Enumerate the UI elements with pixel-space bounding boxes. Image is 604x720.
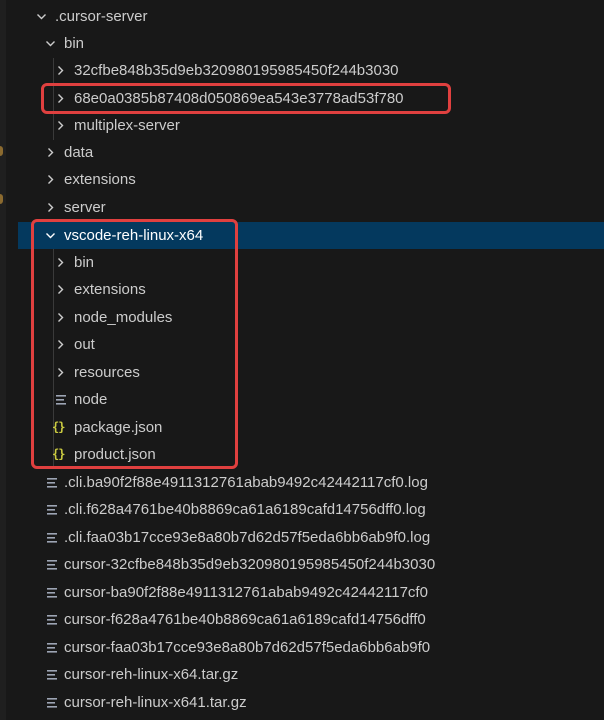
folder-label: out <box>74 336 95 353</box>
folder-label: node_modules <box>74 309 173 326</box>
folder-label: .cursor-server <box>55 8 148 25</box>
file-label: cursor-reh-linux-x64.tar.gz <box>64 666 239 683</box>
tree-folder-cursor-server[interactable]: .cursor-server <box>0 3 604 30</box>
tree-folder-vscode-bin[interactable]: bin <box>0 249 604 276</box>
file-lines-icon <box>45 689 61 716</box>
tree-file-root[interactable]: cursor-reh-linux-x64.tar.gz <box>0 661 604 688</box>
file-lines-icon <box>54 386 70 413</box>
folder-label: bin <box>74 254 95 271</box>
tree-file-root[interactable]: cursor-f628a4761be40b8869ca61a6189cafd14… <box>0 606 604 633</box>
file-label: .cli.faa03b17cce93e8a80b7d62d57f5eda6bb6… <box>64 529 431 546</box>
file-label: cursor-32cfbe848b35d9eb320980195985450f2… <box>64 556 436 573</box>
tree-file-root[interactable]: cursor-32cfbe848b35d9eb320980195985450f2… <box>0 551 604 578</box>
file-lines-icon <box>45 606 61 633</box>
file-label: cursor-faa03b17cce93e8a80b7d62d57f5eda6b… <box>64 639 431 656</box>
folder-label: 32cfbe848b35d9eb320980195985450f244b3030 <box>74 62 399 79</box>
chevron-right-icon <box>52 85 68 112</box>
json-braces-icon: {} <box>52 441 68 468</box>
tree-file-root[interactable]: .cli.faa03b17cce93e8a80b7d62d57f5eda6bb6… <box>0 524 604 551</box>
tree-folder-vscode-reh-linux-x64[interactable]: vscode-reh-linux-x64 <box>18 222 604 249</box>
tree-folder-node-modules[interactable]: node_modules <box>0 304 604 331</box>
json-braces-icon: {} <box>52 414 68 441</box>
chevron-right-icon <box>42 166 58 193</box>
file-lines-icon <box>45 579 61 606</box>
folder-label: vscode-reh-linux-x64 <box>64 227 204 244</box>
tree-file-root[interactable]: cursor-reh-linux-x641.tar.gz <box>0 689 604 716</box>
tree-file-root[interactable]: .cli.ba90f2f88e4911312761abab9492c424421… <box>0 469 604 496</box>
file-label: cursor-reh-linux-x641.tar.gz <box>64 694 247 711</box>
tree-folder-68e0a0[interactable]: 68e0a0385b87408d050869ea543e3778ad53f780 <box>0 85 604 112</box>
folder-label: extensions <box>74 281 146 298</box>
tree-file-product-json[interactable]: {} product.json <box>0 441 604 468</box>
file-explorer-tree: .cursor-server bin 32cfbe848b35d9eb32098… <box>0 0 604 720</box>
chevron-right-icon <box>42 139 58 166</box>
file-lines-icon <box>45 661 61 688</box>
folder-label: extensions <box>64 171 136 188</box>
chevron-down-icon <box>42 222 58 249</box>
chevron-right-icon <box>52 304 68 331</box>
tree-folder-bin[interactable]: bin <box>0 30 604 57</box>
tree-folder-extensions[interactable]: extensions <box>0 166 604 193</box>
chevron-right-icon <box>52 57 68 84</box>
chevron-right-icon <box>52 112 68 139</box>
chevron-right-icon <box>42 194 58 221</box>
chevron-right-icon <box>52 276 68 303</box>
folder-label: bin <box>64 35 85 52</box>
tree-file-root[interactable]: cursor-ba90f2f88e4911312761abab9492c4244… <box>0 579 604 606</box>
file-lines-icon <box>45 551 61 578</box>
folder-label: 68e0a0385b87408d050869ea543e3778ad53f780 <box>74 90 404 107</box>
folder-label: multiplex-server <box>74 117 180 134</box>
file-lines-icon <box>45 496 61 523</box>
chevron-right-icon <box>52 359 68 386</box>
tree-folder-vscode-extensions[interactable]: extensions <box>0 276 604 303</box>
file-lines-icon <box>45 634 61 661</box>
file-label: .cli.f628a4761be40b8869ca61a6189cafd1475… <box>64 501 426 518</box>
tree-folder-data[interactable]: data <box>0 139 604 166</box>
tree-folder-resources[interactable]: resources <box>0 359 604 386</box>
chevron-down-icon <box>42 30 58 57</box>
json-glyph: {} <box>52 420 65 434</box>
tree-file-package-json[interactable]: {} package.json <box>0 414 604 441</box>
chevron-down-icon <box>33 3 49 30</box>
tree-file-node[interactable]: node <box>0 386 604 413</box>
file-label: .cli.ba90f2f88e4911312761abab9492c424421… <box>64 474 428 491</box>
json-glyph: {} <box>52 447 65 461</box>
tree-folder-server[interactable]: server <box>0 194 604 221</box>
file-label: cursor-f628a4761be40b8869ca61a6189cafd14… <box>64 611 426 628</box>
tree-file-root[interactable]: .cli.f628a4761be40b8869ca61a6189cafd1475… <box>0 496 604 523</box>
file-label: cursor-ba90f2f88e4911312761abab9492c4244… <box>64 584 428 601</box>
folder-label: server <box>64 199 106 216</box>
file-lines-icon <box>45 524 61 551</box>
tree-file-root[interactable]: cursor-faa03b17cce93e8a80b7d62d57f5eda6b… <box>0 634 604 661</box>
chevron-right-icon <box>52 249 68 276</box>
tree-folder-multiplex-server[interactable]: multiplex-server <box>0 112 604 139</box>
folder-label: data <box>64 144 94 161</box>
file-label: product.json <box>74 446 156 463</box>
file-label: package.json <box>74 419 163 436</box>
tree-folder-32cfbe[interactable]: 32cfbe848b35d9eb320980195985450f244b3030 <box>0 57 604 84</box>
chevron-right-icon <box>52 331 68 358</box>
file-label: node <box>74 391 108 408</box>
tree-folder-out[interactable]: out <box>0 331 604 358</box>
folder-label: resources <box>74 364 140 381</box>
file-lines-icon <box>45 469 61 496</box>
